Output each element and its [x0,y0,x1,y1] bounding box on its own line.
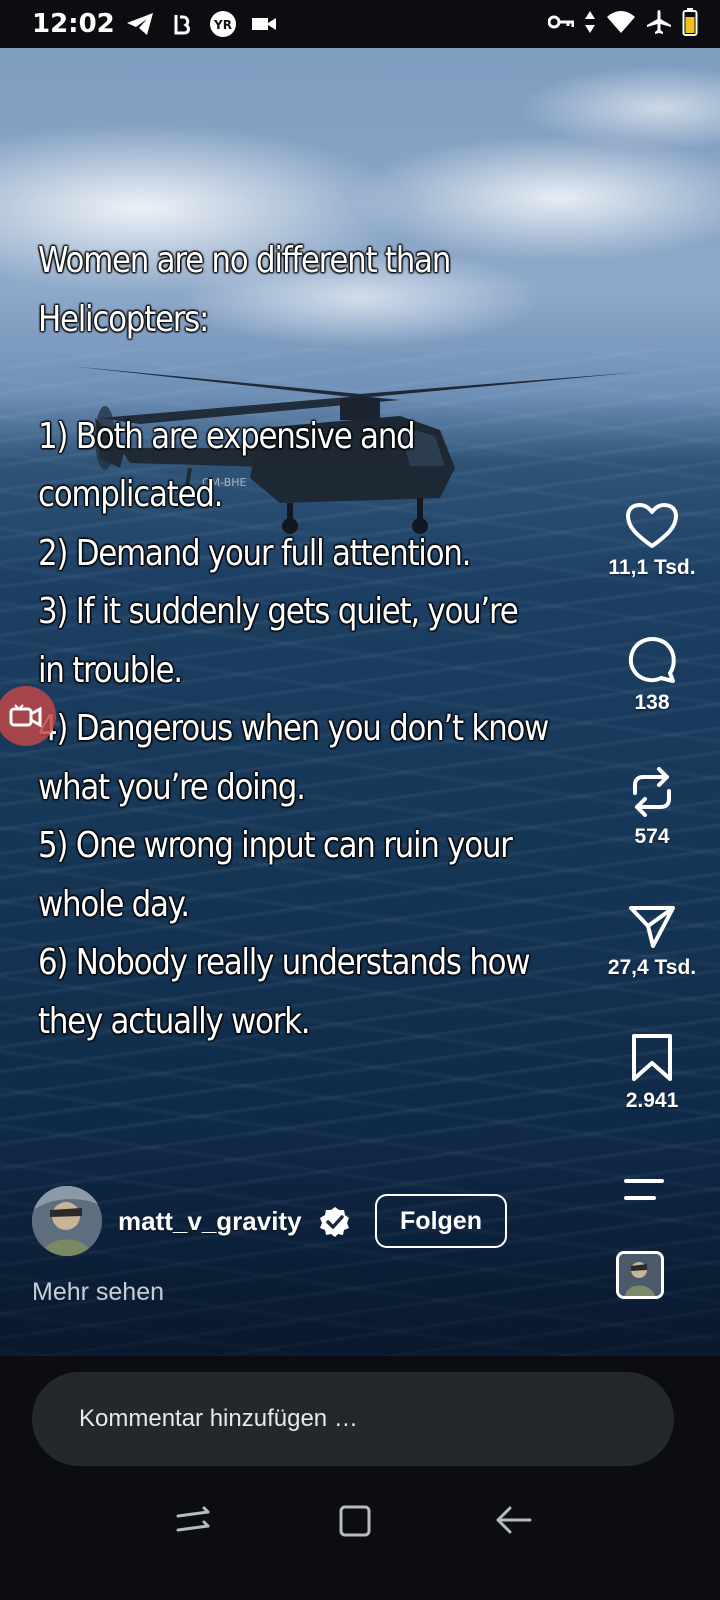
like-button[interactable]: 11,1 Tsd. [590,502,714,580]
video-shade [0,1124,720,1384]
svg-text:YR: YR [213,18,232,32]
yr-icon: YR [209,11,236,37]
like-count: 11,1 Tsd. [608,556,696,579]
status-time: 12:02 [32,9,115,39]
more-options-icon[interactable] [624,1178,664,1202]
recent-apps-button[interactable] [174,1500,214,1540]
send-icon [629,906,675,948]
telegram-icon [126,13,153,35]
vpn-key-icon [548,15,574,29]
wifi-icon [607,11,635,33]
verified-badge-icon [320,1207,349,1237]
back-button[interactable] [494,1500,534,1540]
video-camera-icon [9,704,42,728]
avatar-image [32,1186,102,1256]
username[interactable]: matt_v_gravity [118,1206,302,1237]
bookmark-icon [632,1034,672,1081]
repost-icon [633,767,671,817]
status-bar: 12:02 YR [0,0,720,48]
save-count: 2.941 [625,1089,679,1112]
see-more-link[interactable]: Mehr sehen [32,1278,164,1307]
audio-thumbnail-image [619,1254,661,1296]
data-arrows-icon [585,11,595,33]
post-overlay-text: Women are no different than Helicopters:… [38,240,549,1042]
app-b-icon [174,15,190,35]
comment-input[interactable]: Kommentar hinzufügen … [32,1372,674,1466]
repost-button[interactable]: 574 [590,765,714,849]
heart-icon [626,503,678,548]
avatar[interactable] [32,1186,102,1256]
video-camera-icon [251,18,276,30]
comment-bubble-icon [628,637,676,683]
airplane-icon [647,10,671,34]
comment-placeholder: Kommentar hinzufügen … [79,1405,358,1432]
share-button[interactable]: 27,4 Tsd. [590,902,714,980]
battery-icon [682,8,698,36]
repost-count: 574 [634,825,670,848]
comment-button[interactable]: 138 [590,635,714,715]
comment-count: 138 [634,691,670,714]
save-button[interactable]: 2.941 [590,1033,714,1113]
follow-button[interactable]: Folgen [375,1194,507,1248]
home-button[interactable] [336,1500,376,1540]
share-count: 27,4 Tsd. [607,956,697,979]
audio-thumbnail[interactable] [616,1251,664,1299]
